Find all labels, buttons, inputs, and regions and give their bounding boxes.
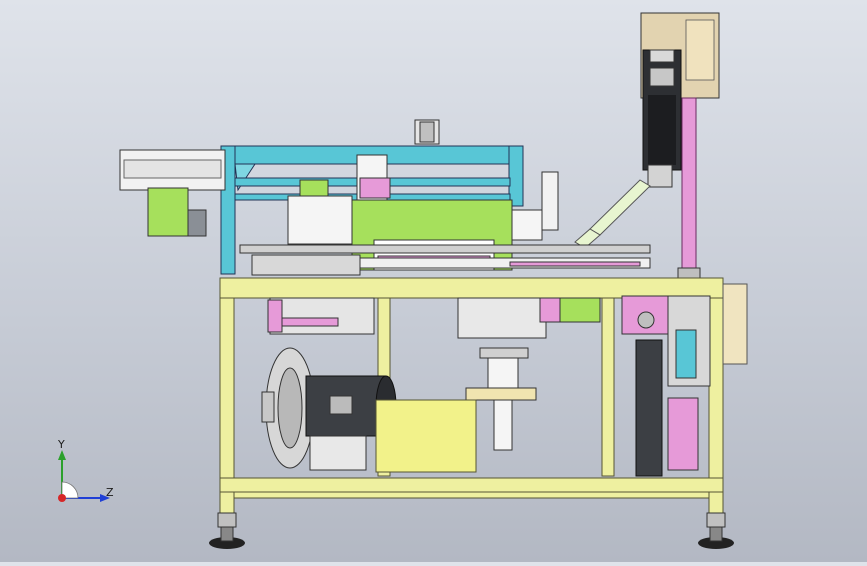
pink-spacer: [267, 299, 283, 333]
right-vertical-module: [621, 283, 748, 477]
top-right-actuator: [574, 12, 720, 279]
motor-icon: [305, 375, 477, 473]
left-rail-module: [119, 149, 226, 237]
coordinate-triad-icon: Y Z: [57, 438, 114, 502]
z-axis-label: Z: [106, 486, 114, 499]
machine-assembly-drawing: [119, 12, 748, 549]
cad-viewport[interactable]: Y Z: [0, 0, 867, 562]
under-table-center-module: [457, 297, 601, 451]
under-table-left-module: [269, 297, 375, 335]
y-axis-label: Y: [57, 438, 65, 451]
